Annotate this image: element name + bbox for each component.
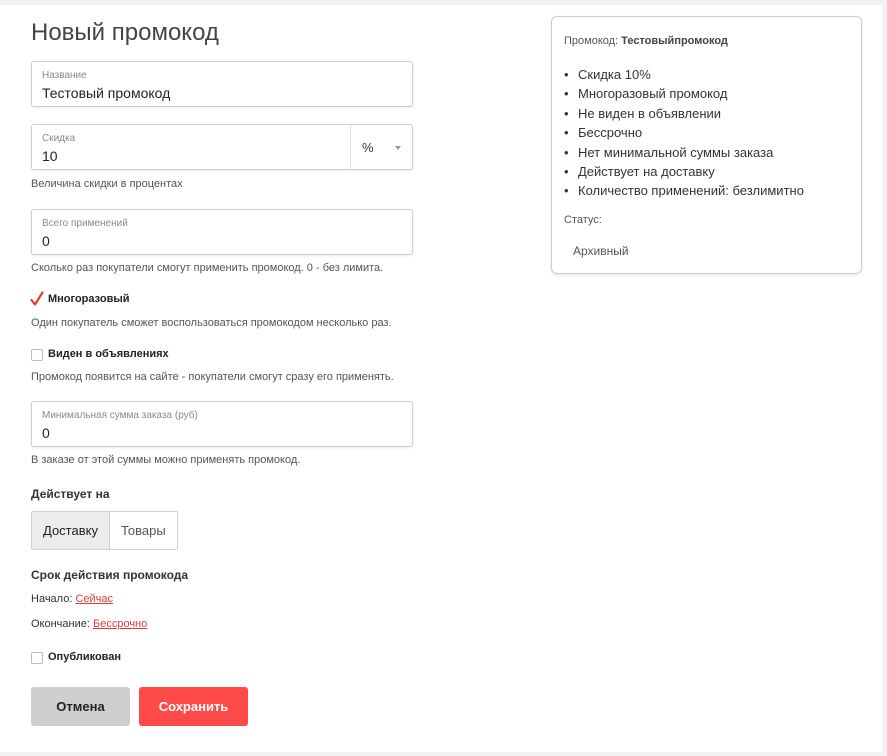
discount-unit-select[interactable]: % bbox=[362, 140, 374, 155]
reusable-label[interactable]: Многоразовый bbox=[48, 293, 130, 305]
visible-hint: Промокод появится на сайте - покупатели … bbox=[31, 371, 394, 383]
total-uses-value: 0 bbox=[42, 233, 50, 249]
chevron-down-icon[interactable] bbox=[395, 146, 401, 150]
validity-end-link[interactable]: Бессрочно bbox=[93, 618, 147, 630]
promo-page: Новый промокод Название Тестовый промоко… bbox=[0, 5, 882, 752]
total-uses-label: Всего применений bbox=[42, 218, 128, 229]
summary-title: Промокод: Тестовыйпромокод bbox=[564, 35, 728, 47]
cancel-button[interactable]: Отмена bbox=[31, 687, 130, 726]
checkmark-icon bbox=[30, 291, 44, 306]
page-title: Новый промокод bbox=[31, 19, 219, 46]
discount-divider bbox=[350, 125, 351, 169]
validity-end-label: Окончание: bbox=[31, 618, 90, 630]
summary-item: Не виден в объявлении bbox=[564, 104, 804, 123]
published-checkbox[interactable] bbox=[31, 652, 43, 664]
validity-start-link[interactable]: Сейчас bbox=[75, 593, 113, 605]
validity-heading: Срок действия промокода bbox=[31, 568, 189, 582]
summary-item: Количество применений: безлимитно bbox=[564, 181, 804, 200]
status-label: Статус: bbox=[564, 214, 602, 226]
name-field[interactable]: Название Тестовый промокод bbox=[31, 61, 413, 107]
summary-card: Промокод: Тестовыйпромокод Скидка 10% Мн… bbox=[551, 16, 862, 274]
min-sum-hint: В заказе от этой суммы можно применять п… bbox=[31, 454, 301, 466]
discount-hint: Величина скидки в процентах bbox=[31, 178, 183, 190]
status-badge: Архивный bbox=[573, 244, 629, 258]
summary-item: Нет минимальной суммы заказа bbox=[564, 143, 804, 162]
summary-title-value: Тестовыйпромокод bbox=[621, 35, 728, 47]
total-uses-field[interactable]: Всего применений 0 bbox=[31, 209, 413, 255]
summary-title-label: Промокод: bbox=[564, 35, 619, 47]
summary-item: Скидка 10% bbox=[564, 65, 804, 84]
summary-item: Многоразовый промокод bbox=[564, 84, 804, 103]
min-sum-value: 0 bbox=[42, 425, 50, 441]
validity-start-label: Начало: bbox=[31, 593, 73, 605]
visible-label[interactable]: Виден в объявлениях bbox=[48, 348, 169, 360]
min-sum-field[interactable]: Минимальная сумма заказа (руб) 0 bbox=[31, 401, 413, 447]
total-uses-hint: Сколько раз покупатели смогут применить … bbox=[31, 262, 384, 274]
name-field-value: Тестовый промокод bbox=[42, 85, 171, 101]
applies-to-products[interactable]: Товары bbox=[109, 512, 177, 549]
discount-field-label: Скидка bbox=[42, 133, 76, 144]
reusable-hint: Один покупатель сможет воспользоваться п… bbox=[31, 317, 392, 329]
validity-end: Окончание: Бессрочно bbox=[31, 618, 147, 630]
published-label[interactable]: Опубликован bbox=[48, 651, 121, 663]
summary-item: Бессрочно bbox=[564, 123, 804, 142]
discount-field-value: 10 bbox=[42, 148, 58, 164]
discount-field[interactable]: Скидка 10 % bbox=[31, 124, 413, 170]
min-sum-label: Минимальная сумма заказа (руб) bbox=[42, 410, 198, 421]
reusable-checkbox[interactable] bbox=[30, 291, 44, 306]
visible-checkbox[interactable] bbox=[31, 349, 43, 361]
applies-to-delivery[interactable]: Доставку bbox=[32, 512, 110, 549]
summary-item: Действует на доставку bbox=[564, 162, 804, 181]
name-field-label: Название bbox=[42, 70, 87, 81]
validity-start: Начало: Сейчас bbox=[31, 593, 113, 605]
save-button[interactable]: Сохранить bbox=[139, 687, 248, 726]
applies-to-heading: Действует на bbox=[31, 487, 110, 501]
summary-list: Скидка 10% Многоразовый промокод Не виде… bbox=[564, 65, 804, 201]
applies-to-toggle: Доставку Товары bbox=[31, 511, 178, 550]
